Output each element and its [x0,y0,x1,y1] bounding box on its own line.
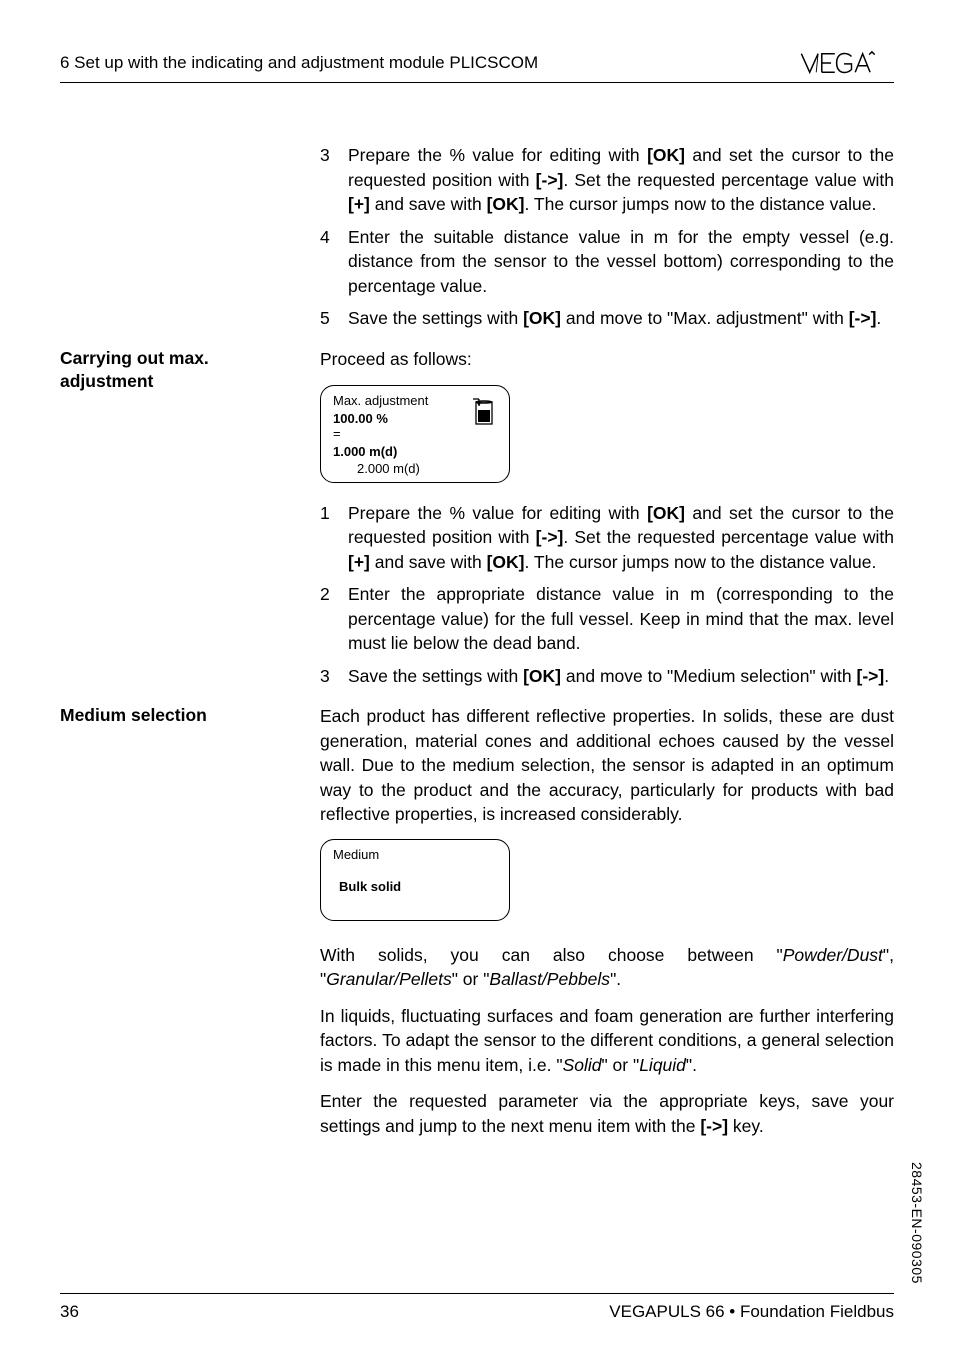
list-num: 2 [320,582,348,656]
list-text: Prepare the % value for editing with [OK… [348,143,894,217]
page-header: 6 Set up with the indicating and adjustm… [60,50,894,83]
list-num: 1 [320,501,348,575]
list-item: 5 Save the settings with [OK] and move t… [320,306,894,331]
list-text: Enter the appropriate distance value in … [348,582,894,656]
medium-p3: In liquids, fluctuating surfaces and foa… [320,1004,894,1078]
block-list1: 3 Prepare the % value for editing with [… [60,143,894,339]
side-heading-medium: Medium selection [60,704,300,728]
list-text: Save the settings with [OK] and move to … [348,306,894,331]
list-num: 4 [320,225,348,299]
section-title: 6 Set up with the indicating and adjustm… [60,51,538,75]
product-name: VEGAPULS 66 • Foundation Fieldbus [609,1300,894,1324]
list-item: 3 Save the settings with [OK] and move t… [320,664,894,689]
lcd-medium-title: Medium [333,846,497,864]
side-heading-max: Carrying out max. adjustment [60,347,300,394]
list-text: Save the settings with [OK] and move to … [348,664,894,689]
list-text: Enter the suitable distance value in m f… [348,225,894,299]
lcd-dist2: 2.000 m(d) [357,460,497,478]
list-item: 2 Enter the appropriate distance value i… [320,582,894,656]
medium-p1: Each product has different reflective pr… [320,704,894,827]
intro-text: Proceed as follows: [320,347,894,372]
medium-p4: Enter the requested parameter via the ap… [320,1089,894,1138]
list-item: 4 Enter the suitable distance value in m… [320,225,894,299]
vega-logo [796,50,894,76]
lcd-dist: 1.000 m(d) [333,443,497,461]
list-text: Prepare the % value for editing with [OK… [348,501,894,575]
doc-id: 28453-EN-090305 [906,1162,926,1284]
page-footer: 36 VEGAPULS 66 • Foundation Fieldbus [60,1293,894,1324]
medium-p2: With solids, you can also choose between… [320,943,894,992]
list-num: 5 [320,306,348,331]
page-number: 36 [60,1300,79,1324]
block-medium: Medium selection Each product has differ… [60,704,894,1150]
block-max-adj: Carrying out max. adjustment Proceed as … [60,347,894,697]
lcd-max-adjustment: Max. adjustment 100.00 % = 1.000 m(d) 2.… [320,385,510,483]
list-num: 3 [320,664,348,689]
lcd-medium-value: Bulk solid [339,878,497,896]
lcd-medium: Medium Bulk solid [320,839,510,921]
tank-icon [473,396,495,431]
list-num: 3 [320,143,348,217]
list-item: 1 Prepare the % value for editing with [… [320,501,894,575]
list-item: 3 Prepare the % value for editing with [… [320,143,894,217]
